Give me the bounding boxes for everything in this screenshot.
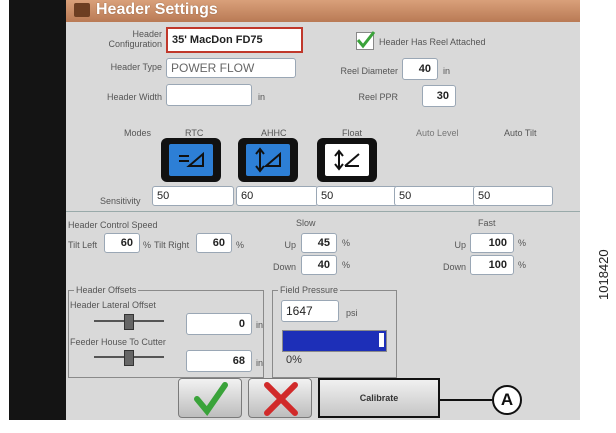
rtc-mode-button[interactable] (161, 138, 221, 182)
feeder-house-slider[interactable] (94, 350, 164, 366)
close-icon (264, 382, 298, 416)
feeder-house-label: Feeder House To Cutter (70, 337, 166, 347)
sensitivity-field-ahhc[interactable]: 60 (236, 186, 318, 206)
header-width-unit: in (258, 92, 266, 102)
header-configuration-label: Header Configuration (108, 29, 162, 49)
reel-diameter-label: Reel Diameter (340, 66, 398, 76)
header-type-field[interactable]: POWER FLOW (166, 58, 296, 78)
reference-number: 1018420 (596, 249, 611, 300)
fast-up-percent: % (518, 238, 527, 248)
checkmark-icon (194, 382, 228, 416)
page-title: Header Settings (96, 1, 218, 18)
sensitivity-field-auto-tilt[interactable]: 50 (473, 186, 553, 206)
ahhc-mode-icon (246, 144, 290, 176)
cancel-button[interactable] (248, 378, 312, 418)
fast-down-field[interactable]: 100 (470, 255, 514, 275)
mode-label-auto-tilt: Auto Tilt (504, 128, 537, 138)
fast-label: Fast (478, 218, 496, 228)
fast-down-percent: % (518, 260, 527, 270)
slow-label: Slow (296, 218, 316, 228)
tilt-right-field[interactable]: 60 (196, 233, 232, 253)
tilt-left-percent: % (143, 240, 152, 250)
reel-diameter-unit: in (443, 66, 451, 76)
sensitivity-field-float[interactable]: 50 (316, 186, 398, 206)
rtc-mode-icon (169, 144, 213, 176)
slow-down-label: Down (272, 262, 296, 272)
slow-up-label: Up (284, 240, 296, 250)
feeder-house-field[interactable]: 68 (186, 350, 252, 372)
modes-label: Modes (124, 128, 152, 138)
callout-a: A (492, 385, 522, 415)
header-width-field[interactable] (166, 84, 252, 106)
tilt-left-label: Tilt Left (68, 240, 98, 250)
tilt-left-field[interactable]: 60 (104, 233, 140, 253)
callout-leader-line (440, 399, 492, 401)
lateral-offset-slider[interactable] (94, 314, 164, 330)
reel-attached-checkbox[interactable] (356, 31, 376, 50)
fast-down-label: Down (442, 262, 466, 272)
field-pressure-unit: psi (346, 308, 358, 318)
section-divider (66, 211, 580, 212)
reel-diameter-field[interactable]: 40 (402, 58, 438, 80)
slow-down-percent: % (342, 260, 351, 270)
header-settings-screen: Header Settings Header Configuration 35'… (66, 0, 580, 420)
field-pressure-bar-end (379, 333, 384, 347)
fast-up-field[interactable]: 100 (470, 233, 514, 253)
monitor-bezel: Header Settings Header Configuration 35'… (9, 0, 580, 420)
sensitivity-field-auto-level[interactable]: 50 (394, 186, 476, 206)
slider-thumb[interactable] (124, 314, 134, 330)
mode-label-auto-level: Auto Level (416, 128, 459, 138)
mode-label-ahhc: AHHC (261, 128, 287, 138)
slider-thumb[interactable] (124, 350, 134, 366)
reel-ppr-label: Reel PPR (358, 92, 398, 102)
field-pressure-bar-text: 0% (286, 354, 302, 366)
tilt-right-label: Tilt Right (154, 240, 190, 250)
calibrate-button[interactable]: Calibrate (318, 378, 440, 418)
feeder-house-unit: in (256, 358, 264, 368)
lateral-offset-field[interactable]: 0 (186, 313, 252, 335)
lateral-offset-unit: in (256, 320, 264, 330)
checkmark-icon (356, 31, 376, 49)
header-type-label: Header Type (110, 62, 162, 72)
slow-down-field[interactable]: 40 (301, 255, 337, 275)
float-mode-icon (325, 144, 369, 176)
reel-ppr-field[interactable]: 30 (422, 85, 456, 107)
mode-label-float: Float (342, 128, 363, 138)
field-pressure-field[interactable]: 1647 (281, 300, 339, 322)
sensitivity-label: Sensitivity (100, 196, 141, 206)
fast-up-label: Up (454, 240, 466, 250)
mode-label-rtc: RTC (185, 128, 204, 138)
ahhc-mode-button[interactable] (238, 138, 298, 182)
field-pressure-bar (282, 330, 387, 352)
header-width-label: Header Width (106, 92, 162, 102)
accept-button[interactable] (178, 378, 242, 418)
tilt-right-percent: % (236, 240, 245, 250)
title-bar: Header Settings (66, 0, 580, 22)
sensitivity-field-rtc[interactable]: 50 (152, 186, 234, 206)
header-control-speed-label: Header Control Speed (68, 220, 158, 230)
slow-up-percent: % (342, 238, 351, 248)
header-configuration-field[interactable]: 35' MacDon FD75 (166, 27, 303, 53)
field-pressure-title: Field Pressure (278, 285, 341, 295)
reel-attached-label: Header Has Reel Attached (379, 37, 486, 47)
header-offsets-title: Header Offsets (74, 285, 139, 295)
slow-up-field[interactable]: 45 (301, 233, 337, 253)
header-lateral-offset-label: Header Lateral Offset (70, 300, 156, 310)
float-mode-button[interactable] (317, 138, 377, 182)
header-settings-icon (74, 3, 90, 17)
